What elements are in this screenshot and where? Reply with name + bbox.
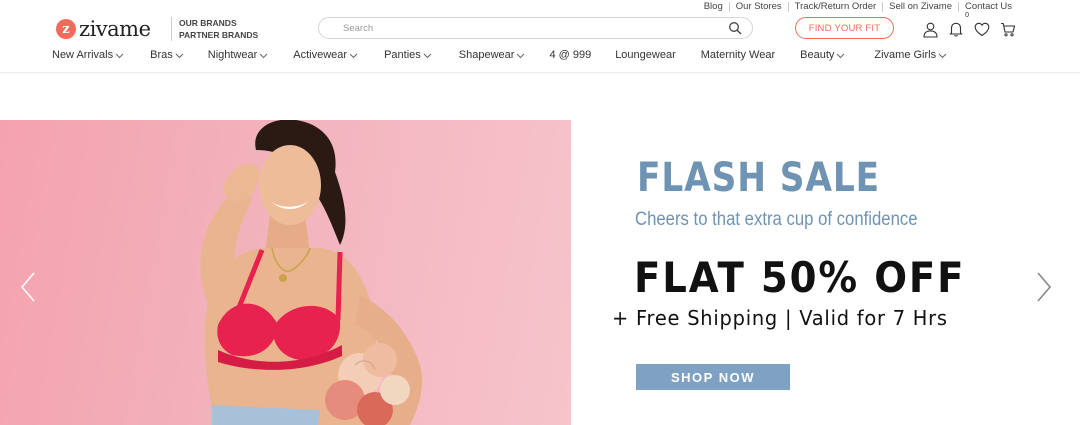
- nav-item-panties[interactable]: Panties: [384, 47, 432, 63]
- chevron-down-icon: [837, 53, 845, 58]
- nav-item-nightwear[interactable]: Nightwear: [208, 47, 269, 63]
- util-link-sell[interactable]: Sell on Zivame: [883, 1, 959, 12]
- promo-subtitle: Cheers to that extra cup of confidence: [635, 209, 918, 230]
- nav-item-beauty[interactable]: Beauty: [800, 47, 845, 63]
- chevron-down-icon: [349, 53, 358, 58]
- nav-item-label: New Arrivals: [52, 49, 114, 61]
- nav-item-4-999[interactable]: 4 @ 999: [549, 47, 591, 63]
- partner-brands-link[interactable]: PARTNER BRANDS: [179, 29, 258, 41]
- bell-icon[interactable]: 0: [947, 12, 969, 38]
- chevron-down-icon: [115, 53, 124, 58]
- nav-item-bras[interactable]: Bras: [150, 47, 184, 63]
- nav-item-activewear[interactable]: Activewear: [293, 47, 358, 63]
- model-photo: [0, 120, 571, 425]
- carousel-next-icon[interactable]: [1034, 270, 1054, 304]
- nav-item-label: Beauty: [800, 49, 835, 61]
- chevron-down-icon: [423, 53, 432, 58]
- nav-item-label: Maternity Wear: [700, 49, 776, 61]
- util-link-stores[interactable]: Our Stores: [730, 1, 789, 12]
- promo-extra: + Free Shipping | Valid for 7 Hrs: [612, 306, 948, 330]
- search-bar: [318, 17, 753, 39]
- our-brands-link[interactable]: OUR BRANDS: [179, 17, 258, 29]
- nav-item-label: Bras: [150, 49, 173, 61]
- util-link-track-order[interactable]: Track/Return Order: [789, 1, 884, 12]
- main-nav: New Arrivals Bras Nightwear Activewear Panti…: [52, 47, 947, 63]
- search-input[interactable]: [343, 22, 728, 34]
- nav-item-label: Loungewear: [615, 49, 676, 61]
- search-icon[interactable]: [728, 21, 742, 35]
- chevron-down-icon: [938, 53, 947, 58]
- notification-count: 0: [965, 12, 969, 19]
- nav-item-label: 4 @ 999: [549, 49, 592, 61]
- util-link-contact[interactable]: Contact Us: [959, 1, 1012, 12]
- shop-now-button[interactable]: SHOP NOW: [636, 364, 790, 390]
- util-link-blog[interactable]: Blog: [698, 1, 730, 12]
- promo-title: FLASH SALE: [637, 155, 881, 201]
- header-icons: 0: [921, 12, 1017, 38]
- nav-item-label: Panties: [384, 49, 421, 61]
- promo-offer: FLAT 50% OFF: [634, 253, 966, 302]
- nav-item-zivame-girls[interactable]: Zivame Girls: [874, 47, 947, 63]
- user-icon[interactable]: [921, 20, 939, 38]
- nav-item-shapewear[interactable]: Shapewear: [459, 47, 526, 63]
- nav-item-new-arrivals[interactable]: New Arrivals: [52, 47, 124, 63]
- hero-banner[interactable]: FLASH SALE Cheers to that extra cup of c…: [0, 120, 1080, 425]
- heart-icon[interactable]: [973, 20, 991, 38]
- site-header: Blog Our Stores Track/Return Order Sell …: [0, 0, 1080, 73]
- nav-item-label: Shapewear: [458, 49, 515, 61]
- brands-menu: OUR BRANDS PARTNER BRANDS: [171, 17, 258, 41]
- carousel-prev-icon[interactable]: [18, 270, 38, 304]
- nav-item-label: Activewear: [293, 49, 348, 61]
- cart-icon[interactable]: [999, 20, 1017, 38]
- chevron-down-icon: [517, 53, 525, 58]
- logo-text: zivame: [79, 17, 151, 41]
- chevron-down-icon: [175, 53, 184, 58]
- nav-item-maternity-wear[interactable]: Maternity Wear: [701, 47, 775, 63]
- logo-mark: z: [56, 19, 76, 39]
- nav-item-loungewear[interactable]: Loungewear: [615, 47, 676, 63]
- nav-item-label: Nightwear: [207, 49, 258, 61]
- zivame-logo[interactable]: z zivame: [56, 17, 151, 41]
- chevron-down-icon: [259, 53, 268, 58]
- find-your-fit-button[interactable]: FIND YOUR FIT: [795, 17, 894, 39]
- nav-item-label: Zivame Girls: [874, 49, 937, 61]
